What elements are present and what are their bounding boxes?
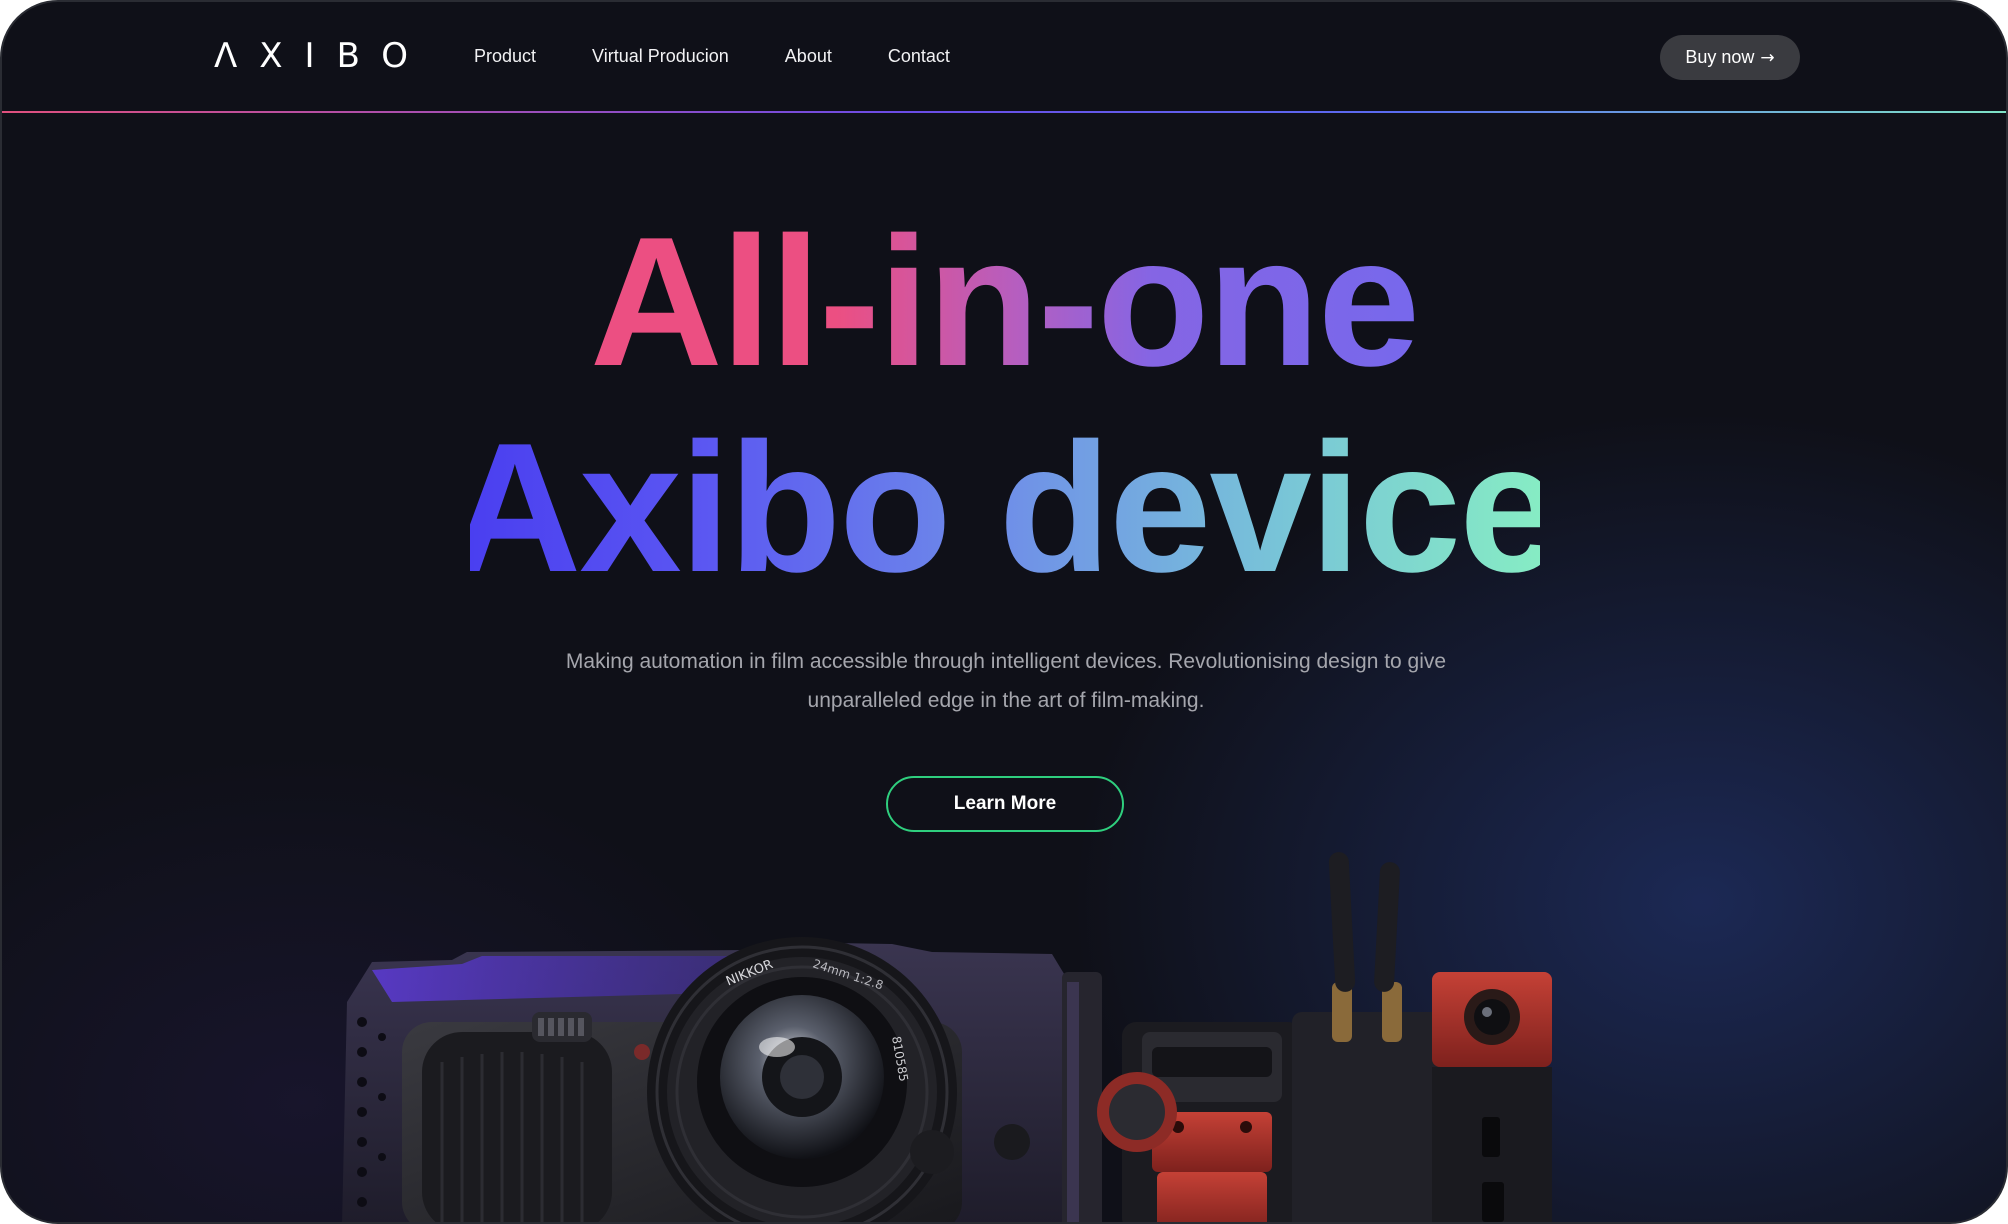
browser-frame: ΛXIBO Product Virtual Producion About Co… xyxy=(0,0,2008,1224)
motor-unit xyxy=(1097,1022,1302,1222)
learn-more-button[interactable]: Learn More xyxy=(886,776,1124,832)
wireless-module xyxy=(1292,852,1552,1222)
arrow-right-icon: → xyxy=(1760,47,1775,68)
main-nav: Product Virtual Producion About Contact xyxy=(474,44,950,68)
nav-product[interactable]: Product xyxy=(474,44,536,68)
hero-subtitle-line-1: Making automation in film accessible thr… xyxy=(565,650,1447,673)
site-header: ΛXIBO Product Virtual Producion About Co… xyxy=(2,2,2006,113)
buy-now-label: Buy now xyxy=(1685,47,1755,67)
nav-contact[interactable]: Contact xyxy=(888,44,950,68)
nav-about[interactable]: About xyxy=(785,44,832,68)
header-gradient-divider xyxy=(2,111,2006,113)
hero-headline-line-1: All-in-one xyxy=(2,206,2006,396)
axibo-logo[interactable]: ΛXIBO xyxy=(214,38,430,74)
buy-now-button[interactable]: Buy now → xyxy=(1660,35,1800,80)
camera-rig-image: NIKKOR 24mm 1:2.8 810585 xyxy=(342,852,1552,1222)
hero-subtitle-line-2: unparalleled edge in the art of film-mak… xyxy=(807,689,1205,712)
hero-headline-line-2: Axibo device xyxy=(2,412,2006,602)
hero-subtitle: Making automation in film accessible thr… xyxy=(506,642,1506,720)
nav-virtual-production[interactable]: Virtual Producion xyxy=(592,44,729,68)
